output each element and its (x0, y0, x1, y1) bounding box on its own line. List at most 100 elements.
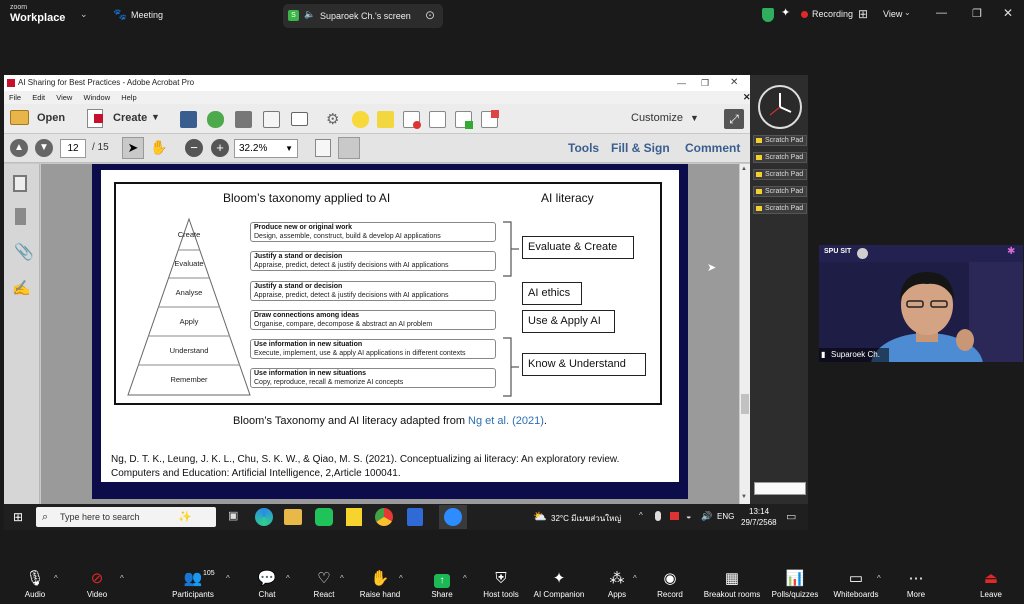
chrome-icon[interactable] (375, 508, 393, 526)
delete-page-icon[interactable] (403, 111, 421, 129)
next-page-icon[interactable]: ▼ (35, 139, 53, 157)
view-chevron-icon[interactable]: ⌄ (904, 8, 911, 17)
sparkle-icon[interactable]: ✦ (781, 6, 790, 19)
polls-button[interactable]: 📊 Polls/quizzes (765, 570, 825, 599)
zoom-taskbar-button[interactable] (439, 505, 467, 529)
zoom-in-icon[interactable]: + (211, 139, 229, 157)
create-button[interactable]: Create (113, 112, 147, 124)
scratch-pad-3[interactable]: Scratch Pad (753, 169, 807, 180)
share-options-chevron-icon[interactable]: ^ (463, 574, 467, 583)
line-app-icon[interactable] (315, 508, 333, 526)
video-options-chevron-icon[interactable]: ^ (120, 574, 124, 583)
settings-icon[interactable]: ⚙ (326, 110, 339, 128)
word-icon[interactable] (407, 508, 423, 526)
grid-view-icon[interactable]: ⊞ (858, 7, 868, 21)
open-button[interactable]: Open (37, 112, 65, 124)
menu-file[interactable]: File (9, 93, 21, 102)
audio-options-chevron-icon[interactable]: ^ (54, 574, 58, 583)
customize-dropdown-icon[interactable]: ▼ (690, 113, 699, 123)
acro-minimize-icon[interactable]: — (677, 75, 686, 91)
scroll-up-icon[interactable]: ▲ (741, 166, 747, 172)
caption-link[interactable]: Ng et al. (2021) (468, 415, 544, 427)
record-tray-icon[interactable] (670, 512, 679, 520)
pages-icon[interactable] (13, 175, 27, 192)
prev-page-icon[interactable]: ▲ (10, 139, 28, 157)
extract-icon[interactable] (429, 111, 446, 128)
scroll-down-icon[interactable]: ▼ (741, 494, 747, 500)
edit-icon[interactable] (263, 111, 280, 128)
scroll-thumb[interactable] (741, 394, 749, 414)
participant-video-tile[interactable]: SPU SIT ✱ ▮ Suparoek Ch. (819, 245, 1023, 362)
menu-help[interactable]: Help (121, 93, 136, 102)
react-options-chevron-icon[interactable]: ^ (340, 574, 344, 583)
page-number-input[interactable]: 12 (60, 139, 86, 158)
video-button[interactable]: ⊘ Video (67, 570, 127, 599)
windows-start-icon[interactable]: ⊞ (13, 511, 23, 523)
zoom-level-select[interactable]: 32.2% ▼ (234, 139, 298, 158)
sign-icon[interactable] (481, 110, 499, 128)
restore-icon[interactable]: ❐ (972, 7, 982, 20)
fit-width-icon[interactable] (338, 137, 360, 159)
customize-button[interactable]: Customize (631, 112, 683, 124)
notification-icon[interactable]: ▭ (786, 510, 796, 523)
hand-tool-icon[interactable]: ✋ (150, 139, 167, 156)
language-indicator[interactable]: ENG (717, 512, 734, 521)
more-options-icon[interactable]: ⊙ (425, 8, 435, 22)
file-explorer-icon[interactable] (284, 509, 302, 525)
meeting-label[interactable]: Meeting (131, 10, 163, 20)
mic-tray-icon[interactable] (655, 511, 661, 521)
signature-icon[interactable]: ✍ (12, 279, 31, 297)
volume-icon[interactable]: 🔊 (701, 511, 712, 522)
tray-chevron-icon[interactable]: ^ (639, 511, 643, 520)
comment-tab[interactable]: Comment (685, 141, 740, 155)
breakout-rooms-button[interactable]: ▦ Breakout rooms (702, 570, 762, 599)
scratch-pad-5[interactable]: Scratch Pad (753, 203, 807, 214)
create-dropdown-icon[interactable]: ▼ (151, 112, 160, 122)
select-tool-icon[interactable]: ➤ (122, 137, 144, 159)
host-tools-button[interactable]: ⛨ Host tools (471, 570, 531, 599)
bookmark-icon[interactable] (15, 208, 26, 225)
wifi-icon[interactable]: ◒ (686, 511, 691, 521)
shield-icon[interactable] (762, 8, 774, 22)
weather-text[interactable]: 32°C มีเมฆส่วนใหญ่ (551, 512, 621, 525)
scratch-pad-2[interactable]: Scratch Pad (753, 152, 807, 163)
chat-options-chevron-icon[interactable]: ^ (286, 574, 290, 583)
taskbar-search-box[interactable]: ⌕ Type here to search ✨ (36, 507, 216, 527)
ai-companion-button[interactable]: ✦ AI Companion (529, 570, 589, 599)
save-icon[interactable] (180, 111, 197, 128)
menu-view[interactable]: View (56, 93, 72, 102)
menu-edit[interactable]: Edit (32, 93, 45, 102)
fit-page-icon[interactable] (315, 139, 331, 157)
print-icon[interactable] (235, 111, 252, 128)
view-label[interactable]: View (883, 9, 902, 19)
acro-restore-icon[interactable]: ❐ (701, 75, 709, 91)
acro-close-icon[interactable]: ✕ (730, 75, 738, 91)
tools-tab[interactable]: Tools (568, 141, 599, 155)
edge-icon[interactable] (255, 508, 273, 526)
chevron-down-icon[interactable]: ⌄ (80, 9, 88, 20)
participants-options-chevron-icon[interactable]: ^ (226, 574, 230, 583)
raise-hand-options-chevron-icon[interactable]: ^ (399, 574, 403, 583)
close-icon[interactable]: ✕ (1003, 6, 1013, 20)
comment-bubble-icon[interactable] (352, 111, 369, 128)
gadget-input[interactable] (754, 482, 806, 495)
mail-icon[interactable] (291, 112, 308, 126)
taskbar-date[interactable]: 29/7/2568 (741, 518, 777, 527)
highlight-icon[interactable] (377, 111, 394, 128)
minimize-icon[interactable]: — (936, 7, 947, 19)
upload-icon[interactable] (207, 111, 224, 128)
apps-options-chevron-icon[interactable]: ^ (633, 574, 637, 583)
screen-share-tab[interactable]: S 🔈 Suparoek Ch.'s screen ⊙ (283, 4, 443, 28)
task-view-icon[interactable]: ▣ (228, 509, 238, 522)
more-button[interactable]: ⋯ More (886, 570, 946, 599)
export-icon[interactable] (455, 111, 473, 129)
vertical-scrollbar[interactable]: ▲ ▼ (739, 164, 750, 504)
scratch-pad-4[interactable]: Scratch Pad (753, 186, 807, 197)
expand-icon[interactable]: ⤢ (724, 109, 744, 129)
zoom-out-icon[interactable]: − (185, 139, 203, 157)
scratch-pad-1[interactable]: Scratch Pad (753, 135, 807, 146)
zoom-dropdown-icon[interactable]: ▼ (285, 140, 293, 157)
sticky-notes-icon[interactable] (346, 508, 362, 526)
taskbar-time[interactable]: 13:14 (749, 507, 769, 516)
leave-button[interactable]: ⏏ Leave (961, 570, 1021, 599)
